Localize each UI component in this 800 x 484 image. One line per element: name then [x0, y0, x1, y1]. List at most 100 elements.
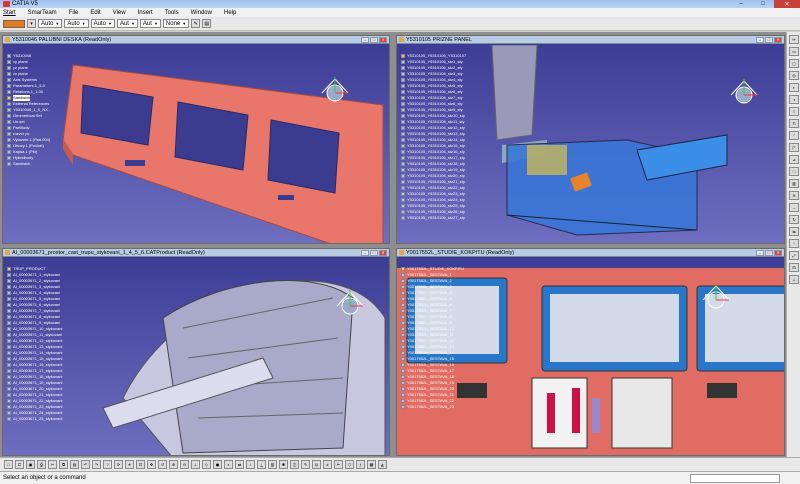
normal-view-icon[interactable]: ⊥ [191, 460, 200, 469]
painter-icon[interactable]: ✎ [191, 19, 201, 28]
hide-show-icon[interactable]: ◐ [224, 460, 233, 469]
layer-dropdown[interactable]: None ▼ [162, 19, 190, 28]
slot-icon[interactable]: ⊓ [789, 119, 799, 128]
window-close-button[interactable]: ✕ [379, 36, 387, 43]
properties-icon[interactable]: ▤ [202, 19, 212, 28]
measure-between-icon[interactable]: ↕ [246, 460, 255, 469]
window-maximize-button[interactable]: □ [765, 249, 773, 256]
copy-icon[interactable]: ⧉ [59, 460, 68, 469]
save-icon[interactable]: ▣ [26, 460, 35, 469]
menu-start[interactable]: Start [3, 10, 16, 16]
menu-edit[interactable]: Edit [90, 10, 100, 16]
fly-mode-icon[interactable]: ✈ [125, 460, 134, 469]
print-icon[interactable]: ⎙ [37, 460, 46, 469]
3d-viewport[interactable]: Y5310105_Y5310106_Y5310107 Y5310105_Y5310… [397, 45, 784, 243]
groove-icon[interactable]: ◑ [789, 95, 799, 104]
tree-node[interactable]: Y5310105_Y5310106_stz27_sty [401, 215, 466, 221]
split-icon[interactable]: ⊟ [789, 263, 799, 272]
specification-tree[interactable]: Y5310105_Y5310106_Y5310107 Y5310105_Y5310… [401, 53, 466, 221]
iso-view-icon[interactable]: ◇ [202, 460, 211, 469]
menu-help[interactable]: Help [224, 10, 236, 16]
shading-icon[interactable]: ◼ [213, 460, 222, 469]
window-minimize-button[interactable]: – [756, 249, 764, 256]
swap-visible-icon[interactable]: ⇄ [235, 460, 244, 469]
fit-all-icon[interactable]: ⊡ [136, 460, 145, 469]
new-icon[interactable]: □ [4, 460, 13, 469]
section-icon[interactable]: ▥ [268, 460, 277, 469]
menu-tools[interactable]: Tools [165, 10, 179, 16]
paste-icon[interactable]: ▤ [70, 460, 79, 469]
pattern-icon[interactable]: ⁘ [789, 239, 799, 248]
point-symbol-dropdown[interactable]: Aut ▼ [116, 19, 138, 28]
rotate-view-icon[interactable]: ↺ [158, 460, 167, 469]
grid-icon[interactable]: # [323, 460, 332, 469]
hole-icon[interactable]: ◎ [789, 71, 799, 80]
line-thickness-dropdown[interactable]: Auto ▼ [64, 19, 89, 28]
shell-icon[interactable]: □ [789, 167, 799, 176]
window-minimize-button[interactable]: – [361, 249, 369, 256]
rib-icon[interactable]: ⌇ [789, 107, 799, 116]
constraint-icon[interactable]: ⊢ [334, 460, 343, 469]
open-icon[interactable]: ⊏ [15, 460, 24, 469]
knowledge-icon[interactable]: ƒ [356, 460, 365, 469]
mirror-icon[interactable]: ⇋ [789, 227, 799, 236]
fillet-icon[interactable]: ◜ [789, 131, 799, 140]
window-close-button[interactable]: ✕ [774, 249, 782, 256]
window-minimize-button[interactable]: – [756, 36, 764, 43]
specification-tree[interactable]: Y5310046 xy plane yz plane zx plane Axis Sys… [7, 53, 51, 167]
zoom-in-icon[interactable]: ⊕ [169, 460, 178, 469]
specification-tree[interactable]: Y0017552L_STUDIE_KOKPITU Y0017552L_SESTAV… [401, 266, 464, 410]
chamfer-icon[interactable]: ◸ [789, 143, 799, 152]
window-maximize-button[interactable]: □ [370, 36, 378, 43]
compass-tool-icon[interactable]: ◎ [312, 460, 321, 469]
tree-node[interactable]: Y0017552L_SESTAVA_23 [401, 404, 464, 410]
maximize-button[interactable]: □ [752, 0, 774, 8]
undo-icon[interactable]: ↶ [81, 460, 90, 469]
catalog-icon[interactable]: ▦ [367, 460, 376, 469]
pan-icon[interactable]: ✥ [147, 460, 156, 469]
window-maximize-button[interactable]: □ [765, 36, 773, 43]
color-swatch[interactable] [3, 19, 25, 28]
compass-icon[interactable] [333, 286, 367, 320]
shaft-icon[interactable]: ◐ [789, 83, 799, 92]
measure-icon[interactable]: ⊥ [789, 275, 799, 284]
material-icon[interactable]: ⬡ [345, 460, 354, 469]
scale-icon[interactable]: ⤢ [789, 251, 799, 260]
clash-icon[interactable]: ✱ [279, 460, 288, 469]
pad-icon[interactable]: ▭ [789, 47, 799, 56]
power-input-field[interactable] [690, 473, 780, 483]
measure-item-icon[interactable]: ⟂ [257, 460, 266, 469]
menu-view[interactable]: View [113, 10, 126, 16]
render-style-dropdown[interactable]: Aut ▼ [139, 19, 161, 28]
whats-this-icon[interactable]: ? [103, 460, 112, 469]
window-close-button[interactable]: ✕ [379, 249, 387, 256]
3d-viewport[interactable]: TRUP_PRODUCT AI_00003671_1_stykovani AI_00… [3, 258, 389, 455]
analysis-icon[interactable]: ◭ [378, 460, 387, 469]
rotate-icon[interactable]: ↻ [789, 215, 799, 224]
thickness-icon[interactable]: ▥ [789, 179, 799, 188]
compass-icon[interactable] [727, 75, 761, 109]
sketcher-icon[interactable]: ✎ [301, 460, 310, 469]
menu-window[interactable]: Window [191, 10, 212, 16]
document-window-kokpit[interactable]: Y0017552L_STUDIE_KOKPITU (ReadOnly) – □ … [396, 248, 785, 456]
tree-node[interactable]: Sandwich [7, 161, 51, 167]
menu-file[interactable]: File [69, 10, 79, 16]
document-window-prizne-panel[interactable]: Y5310105 PRIZNE PANEL – □ ✕ Y5310105_Y53… [396, 35, 785, 244]
window-maximize-button[interactable]: □ [370, 249, 378, 256]
pocket-icon[interactable]: ▢ [789, 59, 799, 68]
compass-icon[interactable] [318, 73, 352, 107]
document-window-trup[interactable]: AI_00003671_prostor_cast_trupu_stykovani… [2, 248, 390, 456]
menu-insert[interactable]: Insert [138, 10, 153, 16]
menu-smarteam[interactable]: SmarTeam [28, 10, 57, 16]
minimize-button[interactable]: – [730, 0, 752, 8]
thread-icon[interactable]: ≋ [789, 191, 799, 200]
linetype-dropdown[interactable]: Auto ▼ [90, 19, 115, 28]
specification-tree[interactable]: TRUP_PRODUCT AI_00003671_1_stykovani AI_00… [7, 266, 62, 422]
compass-icon[interactable] [699, 280, 733, 314]
color-dropdown-icon[interactable]: ▾ [27, 19, 36, 28]
window-minimize-button[interactable]: – [361, 36, 369, 43]
translate-icon[interactable]: ↔ [789, 203, 799, 212]
document-window-paluba[interactable]: Y5310046 PALUBNI DESKA (ReadOnly) – □ ✕ … [2, 35, 390, 244]
3d-viewport[interactable]: Y0017552L_STUDIE_KOKPITU Y0017552L_SESTAV… [397, 258, 784, 455]
update-icon[interactable]: ⟳ [114, 460, 123, 469]
